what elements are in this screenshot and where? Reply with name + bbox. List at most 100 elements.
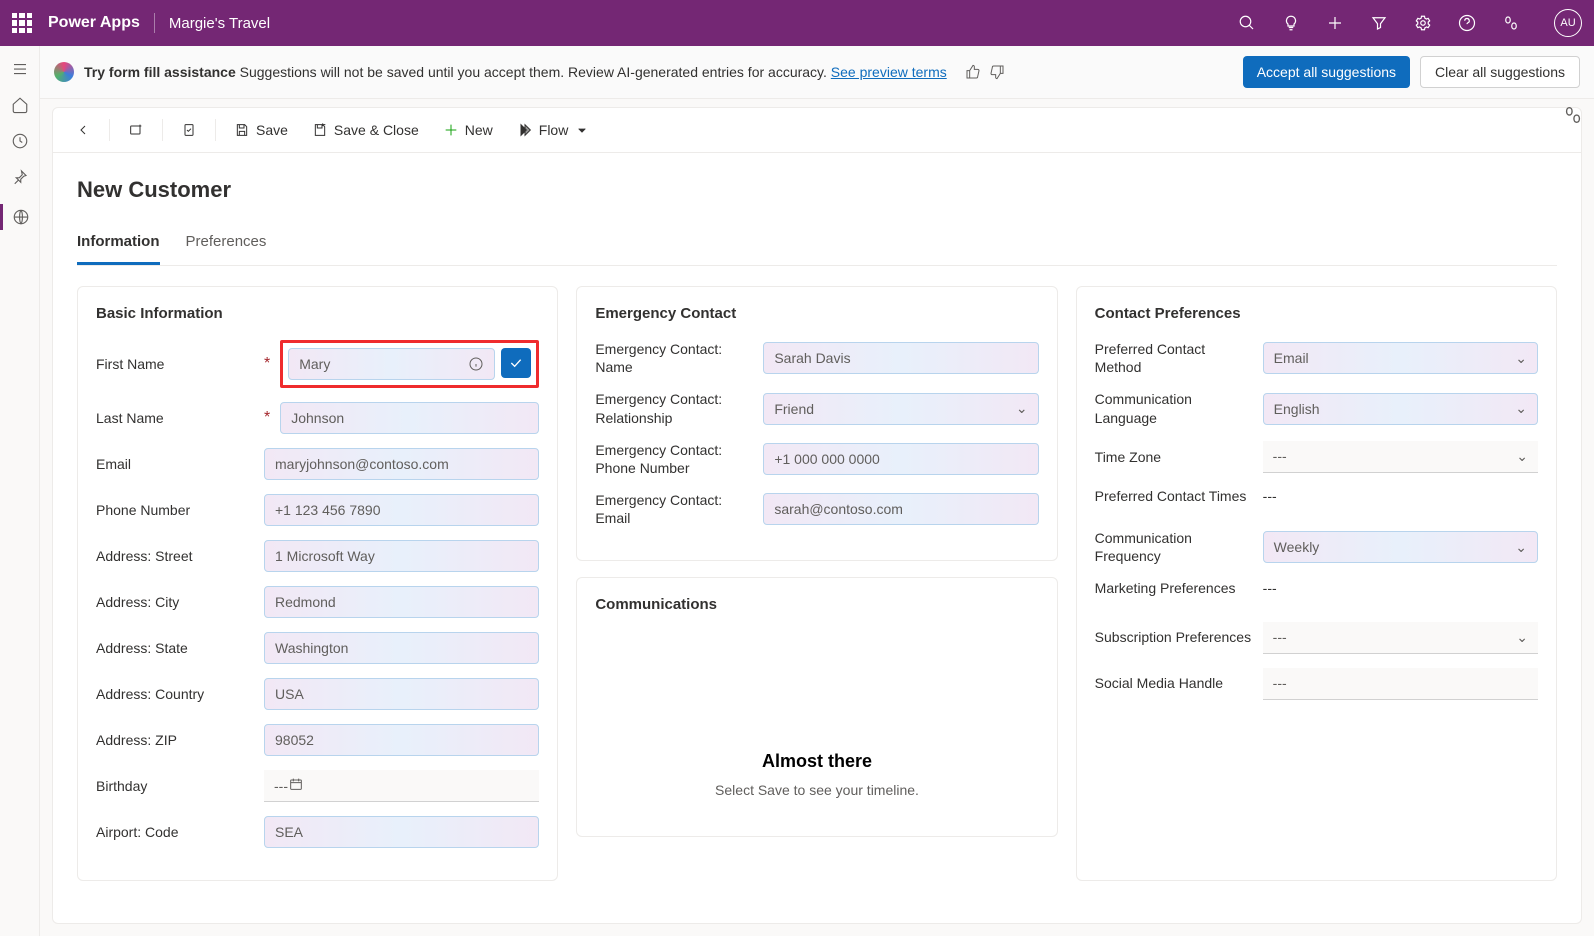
country-input[interactable]: USA bbox=[264, 678, 539, 710]
section-header: Basic Information bbox=[96, 305, 539, 322]
last-name-input[interactable]: Johnson bbox=[280, 402, 539, 434]
preferences-card: Contact Preferences Preferred Contact Me… bbox=[1076, 286, 1557, 881]
chevron-down-icon: ⌄ bbox=[1516, 629, 1528, 646]
sub-select[interactable]: ---⌄ bbox=[1263, 622, 1538, 654]
ec-rel-select[interactable]: Friend⌄ bbox=[763, 393, 1038, 425]
copilot-pane-toggle[interactable] bbox=[1562, 104, 1584, 131]
label-phone: Phone Number bbox=[96, 502, 256, 518]
lang-select[interactable]: English⌄ bbox=[1263, 393, 1538, 425]
nav-active-item[interactable] bbox=[0, 204, 39, 230]
method-select[interactable]: Email⌄ bbox=[1263, 342, 1538, 374]
back-button[interactable] bbox=[65, 116, 101, 144]
recent-icon[interactable] bbox=[11, 132, 29, 150]
tab-preferences[interactable]: Preferences bbox=[186, 233, 267, 265]
section-header: Communications bbox=[595, 596, 1038, 613]
open-new-window-button[interactable] bbox=[118, 116, 154, 144]
marketing-value[interactable]: --- bbox=[1263, 580, 1538, 596]
zip-input[interactable]: 98052 bbox=[264, 724, 539, 756]
app-launcher-icon[interactable] bbox=[12, 13, 32, 33]
clear-all-button[interactable]: Clear all suggestions bbox=[1420, 56, 1580, 88]
social-input[interactable]: --- bbox=[1263, 668, 1538, 700]
accept-all-button[interactable]: Accept all suggestions bbox=[1243, 56, 1410, 88]
accept-suggestion-button[interactable] bbox=[501, 348, 531, 378]
label-social: Social Media Handle bbox=[1095, 674, 1255, 692]
chevron-down-icon: ⌄ bbox=[1516, 448, 1528, 465]
ai-banner: Try form fill assistance Suggestions wil… bbox=[40, 46, 1594, 99]
birthday-input[interactable]: --- bbox=[264, 770, 539, 802]
save-close-button[interactable]: Save & Close bbox=[302, 116, 429, 144]
phone-input[interactable]: +1 123 456 7890 bbox=[264, 494, 539, 526]
filter-icon[interactable] bbox=[1370, 14, 1388, 32]
required-marker: * bbox=[264, 355, 270, 373]
ec-email-input[interactable]: sarah@contoso.com bbox=[763, 493, 1038, 525]
info-icon[interactable] bbox=[468, 356, 484, 372]
airport-input[interactable]: SEA bbox=[264, 816, 539, 848]
label-last-name: Last Name bbox=[96, 410, 256, 426]
email-input[interactable]: maryjohnson@contoso.com bbox=[264, 448, 539, 480]
thumbs-down-icon[interactable] bbox=[989, 64, 1005, 80]
plus-icon[interactable] bbox=[1326, 14, 1344, 32]
label-country: Address: Country bbox=[96, 686, 256, 702]
chevron-down-icon: ⌄ bbox=[1515, 350, 1527, 367]
label-marketing: Marketing Preferences bbox=[1095, 579, 1255, 597]
gear-icon[interactable] bbox=[1414, 14, 1432, 32]
thumbs-up-icon[interactable] bbox=[965, 64, 981, 80]
basic-info-card: Basic Information First Name * Mary Last… bbox=[77, 286, 558, 881]
label-email: Email bbox=[96, 456, 256, 472]
communications-card: Communications Almost there Select Save … bbox=[576, 577, 1057, 837]
help-icon[interactable] bbox=[1458, 14, 1476, 32]
section-header: Emergency Contact bbox=[595, 305, 1038, 322]
new-button[interactable]: New bbox=[433, 116, 503, 144]
search-icon[interactable] bbox=[1238, 14, 1256, 32]
task-button[interactable] bbox=[171, 116, 207, 144]
label-method: Preferred Contact Method bbox=[1095, 340, 1255, 376]
highlighted-suggestion: Mary bbox=[280, 340, 539, 388]
label-zip: Address: ZIP bbox=[96, 732, 256, 748]
state-input[interactable]: Washington bbox=[264, 632, 539, 664]
label-birthday: Birthday bbox=[96, 778, 256, 794]
label-tz: Time Zone bbox=[1095, 448, 1255, 466]
home-icon[interactable] bbox=[11, 96, 29, 114]
first-name-input[interactable]: Mary bbox=[288, 348, 495, 380]
label-times: Preferred Contact Times bbox=[1095, 487, 1255, 505]
copilot-icon[interactable] bbox=[1502, 14, 1520, 32]
avatar[interactable]: AU bbox=[1554, 9, 1582, 37]
ec-phone-input[interactable]: +1 000 000 0000 bbox=[763, 443, 1038, 475]
environment-name[interactable]: Margie's Travel bbox=[169, 15, 270, 32]
label-sub: Subscription Preferences bbox=[1095, 628, 1255, 646]
command-bar: Save Save & Close New Flow bbox=[52, 107, 1582, 153]
form-tabs: Information Preferences bbox=[77, 233, 1557, 266]
divider bbox=[154, 13, 155, 33]
tab-information[interactable]: Information bbox=[77, 233, 160, 265]
nav-rail bbox=[0, 46, 40, 936]
pin-icon[interactable] bbox=[11, 168, 29, 186]
label-city: Address: City bbox=[96, 594, 256, 610]
lightbulb-icon[interactable] bbox=[1282, 14, 1300, 32]
timeline-empty-state: Almost there Select Save to see your tim… bbox=[595, 631, 1038, 818]
hamburger-icon[interactable] bbox=[11, 60, 29, 78]
city-input[interactable]: Redmond bbox=[264, 586, 539, 618]
times-value[interactable]: --- bbox=[1263, 488, 1538, 504]
banner-text: Try form fill assistance Suggestions wil… bbox=[84, 64, 947, 80]
label-lang: Communication Language bbox=[1095, 390, 1255, 426]
street-input[interactable]: 1 Microsoft Way bbox=[264, 540, 539, 572]
label-ec-email: Emergency Contact: Email bbox=[595, 491, 755, 527]
empty-text: Select Save to see your timeline. bbox=[595, 782, 1038, 798]
preview-terms-link[interactable]: See preview terms bbox=[831, 64, 947, 80]
globe-icon bbox=[12, 208, 30, 226]
save-button[interactable]: Save bbox=[224, 116, 298, 144]
tz-select[interactable]: ---⌄ bbox=[1263, 441, 1538, 473]
label-ec-phone: Emergency Contact: Phone Number bbox=[595, 441, 755, 477]
ec-name-input[interactable]: Sarah Davis bbox=[763, 342, 1038, 374]
chevron-down-icon: ⌄ bbox=[1515, 400, 1527, 417]
freq-select[interactable]: Weekly⌄ bbox=[1263, 531, 1538, 563]
label-ec-rel: Emergency Contact: Relationship bbox=[595, 390, 755, 426]
flow-button[interactable]: Flow bbox=[507, 116, 601, 144]
label-street: Address: Street bbox=[96, 548, 256, 564]
page-title: New Customer bbox=[77, 177, 1557, 203]
top-bar: Power Apps Margie's Travel AU bbox=[0, 0, 1594, 46]
label-first-name: First Name bbox=[96, 356, 256, 372]
label-freq: Communication Frequency bbox=[1095, 529, 1255, 565]
copilot-logo-icon bbox=[54, 62, 74, 82]
label-ec-name: Emergency Contact: Name bbox=[595, 340, 755, 376]
